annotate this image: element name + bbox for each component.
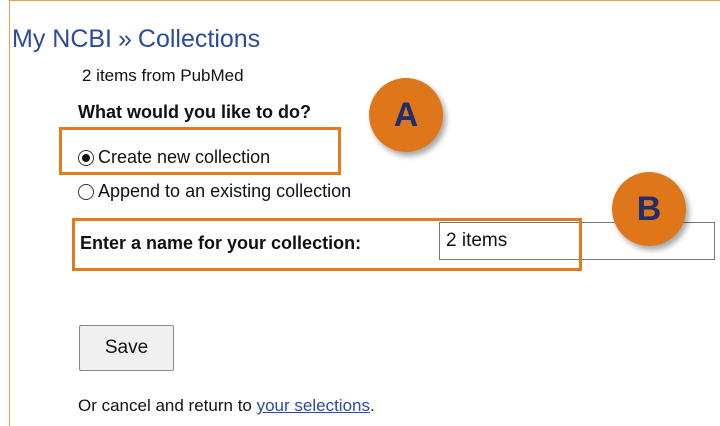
breadcrumb-my-ncbi-link[interactable]: My NCBI xyxy=(12,25,112,53)
items-count-subtitle: 2 items from PubMed xyxy=(82,66,244,85)
cancel-suffix-text: . xyxy=(369,396,375,415)
append-existing-collection-option[interactable]: Append to an existing collection xyxy=(78,181,351,202)
highlight-box-a xyxy=(59,127,341,175)
cancel-line: Or cancel and return to your selections. xyxy=(78,396,375,416)
annotation-marker-b: B xyxy=(612,172,686,246)
breadcrumb-separator: » xyxy=(118,25,132,53)
annotation-marker-a: A xyxy=(369,78,443,152)
your-selections-link[interactable]: your selections xyxy=(257,396,370,415)
highlight-box-b xyxy=(72,218,582,271)
save-button[interactable]: Save xyxy=(79,325,174,371)
append-existing-collection-label: Append to an existing collection xyxy=(98,181,352,201)
append-existing-collection-radio[interactable] xyxy=(78,183,94,200)
breadcrumb: My NCBI» Collections xyxy=(12,25,260,54)
breadcrumb-collections-link[interactable]: Collections xyxy=(138,25,260,53)
action-question: What would you like to do? xyxy=(78,102,311,122)
cancel-prefix-text: Or cancel and return to xyxy=(78,396,257,415)
